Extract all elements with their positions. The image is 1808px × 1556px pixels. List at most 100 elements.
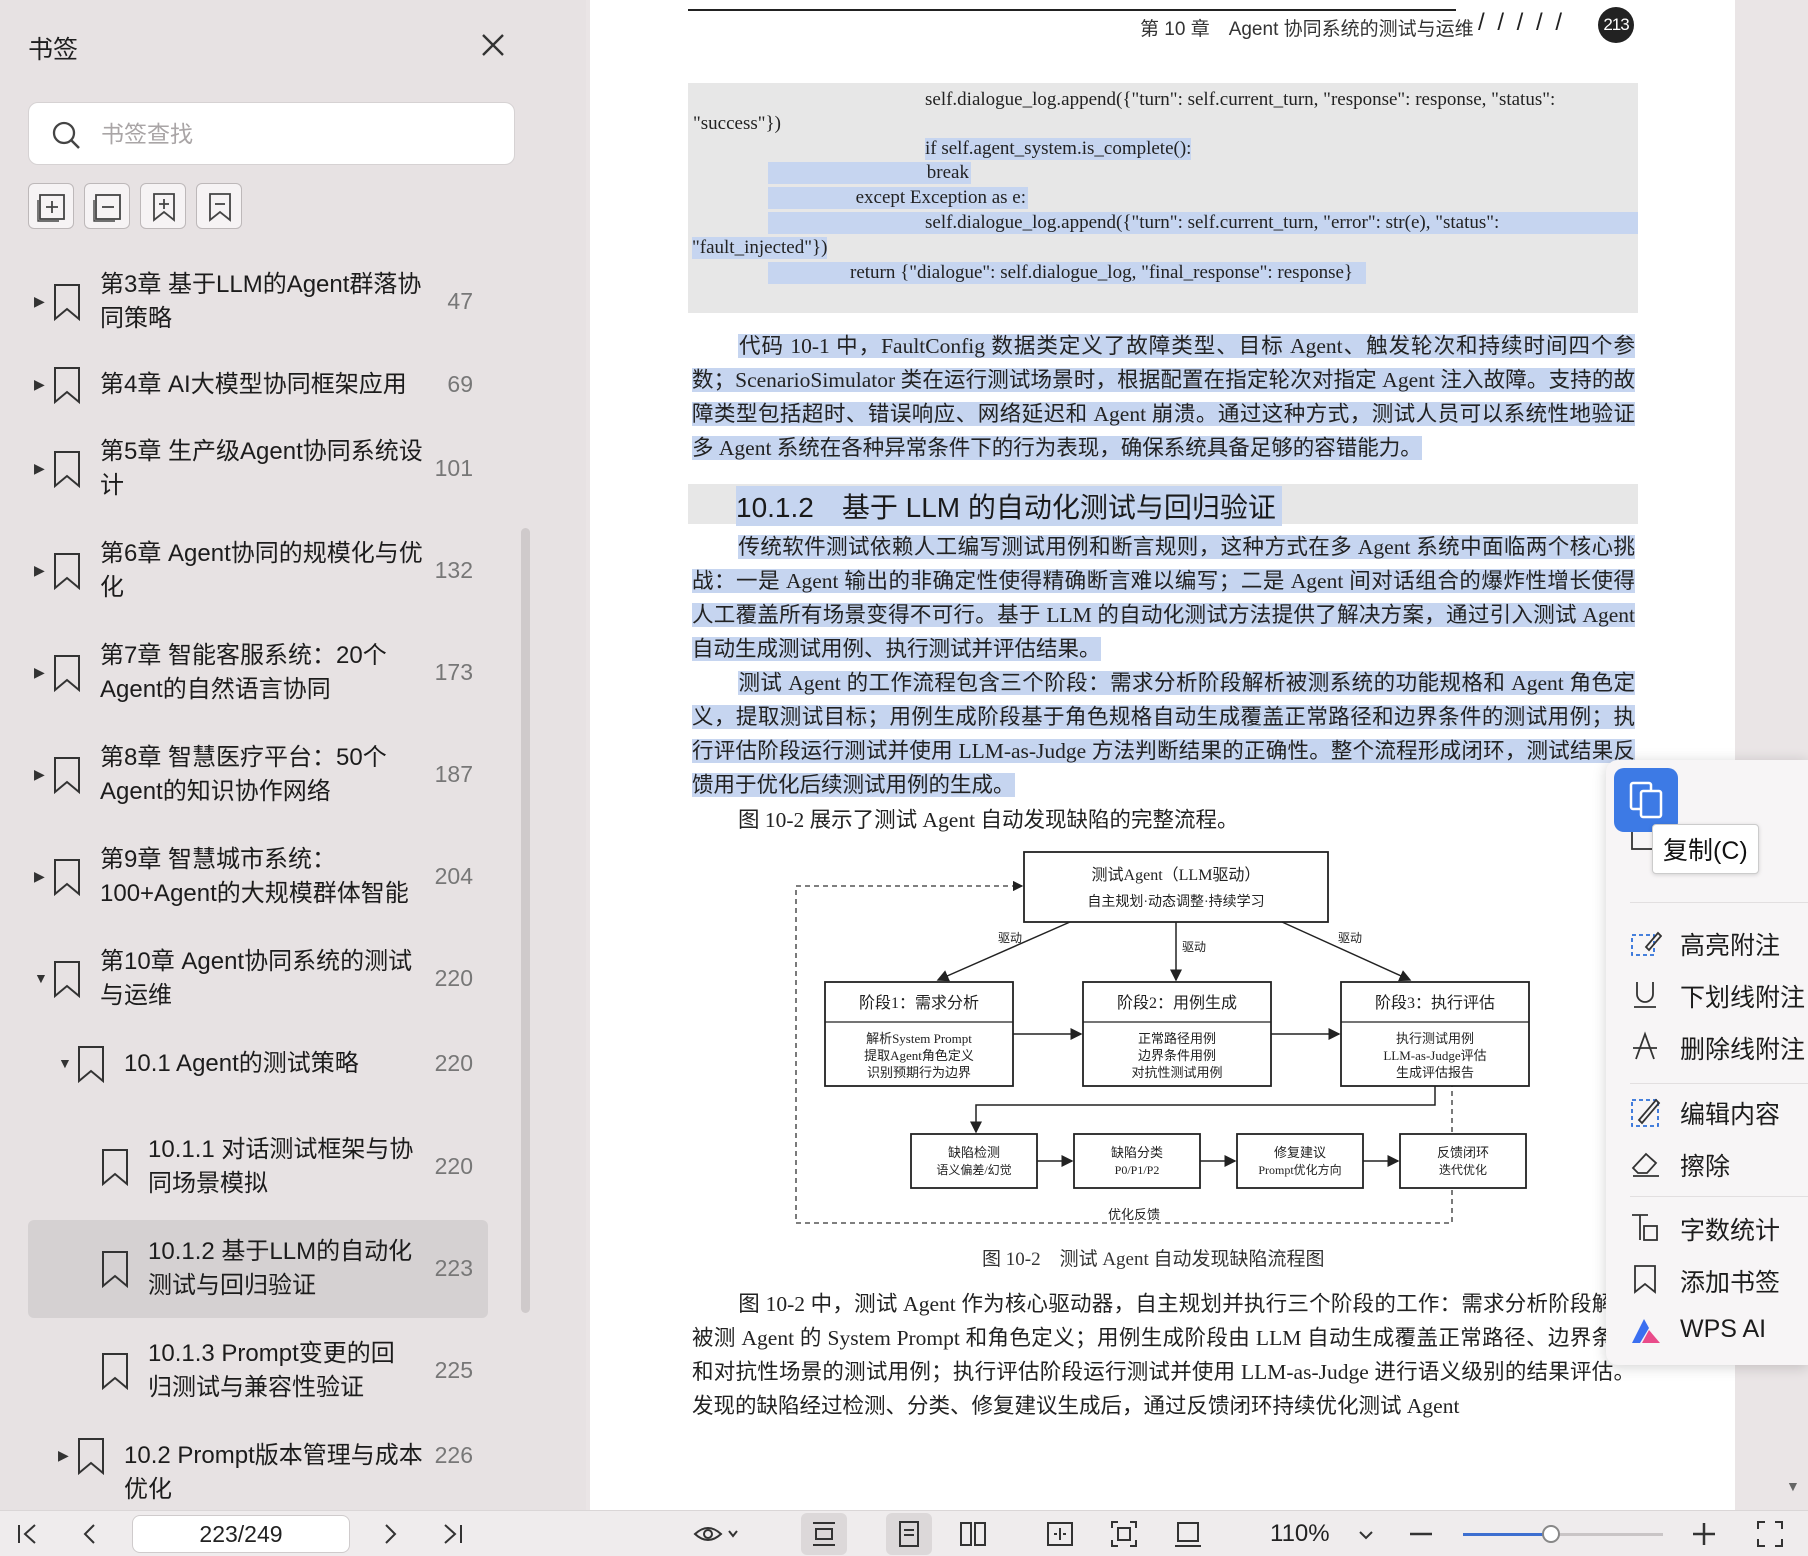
collapsed-arrow-icon[interactable]: ▶ xyxy=(34,460,45,477)
bookmark-page-number: 69 xyxy=(447,371,473,397)
fit-page-icon[interactable] xyxy=(1109,1519,1139,1549)
zoom-dropdown-icon[interactable] xyxy=(1355,1519,1377,1549)
collapsed-arrow-icon[interactable]: ▶ xyxy=(34,376,45,393)
two-page-icon[interactable] xyxy=(958,1519,988,1549)
zoom-slider-handle[interactable] xyxy=(1542,1525,1560,1543)
collapsed-arrow-icon[interactable]: ▶ xyxy=(34,664,45,681)
collapsed-arrow-icon[interactable]: ▶ xyxy=(34,766,45,783)
bookmark-page-number: 220 xyxy=(434,1050,473,1076)
fullscreen-icon[interactable] xyxy=(1755,1519,1785,1549)
collapsed-arrow-icon[interactable]: ▶ xyxy=(58,1447,69,1464)
bookmark-item[interactable]: 10.1.1 对话测试框架与协同场景模拟 220 xyxy=(0,1133,586,1231)
menu-item-strikethrough-note[interactable]: 删除线附注 xyxy=(1630,1026,1808,1066)
bookmark-icon xyxy=(78,1438,104,1475)
bookmark-page-number: 204 xyxy=(434,863,473,889)
collapsed-arrow-icon[interactable]: ▶ xyxy=(34,868,45,885)
copy-tooltip: 复制(C) xyxy=(1652,824,1759,874)
bottom-box-sub: 迭代优化 xyxy=(1439,1163,1487,1177)
first-page-icon[interactable] xyxy=(12,1519,42,1549)
bookmark-icon xyxy=(54,961,80,998)
bookmark-icon xyxy=(54,284,80,321)
bookmark-item[interactable]: ▶ 第3章 基于LLM的Agent群落协同策略 47 xyxy=(0,268,586,366)
bookmark-label: 第8章 智慧医疗平台：50个Agent的知识协作网络 xyxy=(100,744,387,805)
zoom-level[interactable]: 110% xyxy=(1270,1520,1330,1548)
zoom-out-icon[interactable] xyxy=(1406,1519,1436,1549)
single-page-icon[interactable] xyxy=(894,1519,924,1549)
bookmark-label: 10.1.1 对话测试框架与协同场景模拟 xyxy=(148,1136,414,1197)
node-subtitle: 自主规划·动态调整·持续学习 xyxy=(1087,893,1264,910)
stage-line: 边界条件用例 xyxy=(1138,1048,1216,1063)
rotate-page-icon[interactable] xyxy=(1173,1519,1203,1549)
previous-page-icon[interactable] xyxy=(75,1519,105,1549)
scroll-down-arrow-icon[interactable]: ▼ xyxy=(1786,1478,1800,1494)
bookmark-label: 10.1 Agent的测试策略 xyxy=(124,1050,359,1077)
bookmark-label: 10.2 Prompt版本管理与成本优化 xyxy=(124,1442,423,1503)
page-number-input[interactable]: 223/249 xyxy=(132,1515,350,1553)
collapse-all-icon xyxy=(93,194,121,222)
menu-item-edit-content[interactable]: 编辑内容 xyxy=(1630,1091,1808,1131)
bookmark-remove-icon xyxy=(209,193,231,222)
close-icon[interactable] xyxy=(476,28,510,62)
sidebar-scrollbar[interactable] xyxy=(521,528,530,1313)
expanded-arrow-icon[interactable]: ▼ xyxy=(34,970,48,986)
add-bookmark-button[interactable] xyxy=(140,183,186,229)
bookmark-item[interactable]: ▼ 第10章 Agent协同系统的测试与运维 220 xyxy=(0,945,586,1043)
last-page-icon[interactable] xyxy=(438,1519,468,1549)
bookmark-item[interactable]: 10.1.3 Prompt变更的回归测试与兼容性验证 225 xyxy=(0,1337,586,1435)
menu-item-add-bookmark[interactable]: 添加书签 xyxy=(1630,1259,1808,1299)
bottom-box-title: 缺陷检测 xyxy=(948,1145,1000,1160)
bookmark-item[interactable]: 10.1.2 基于LLM的自动化测试与回归验证 223 xyxy=(0,1220,586,1318)
header-rule xyxy=(688,9,1456,11)
bookmark-item[interactable]: ▶ 第7章 智能客服系统：20个Agent的自然语言协同 173 xyxy=(0,639,586,737)
menu-item-highlight-note[interactable]: 高亮附注 xyxy=(1630,922,1808,962)
bookmark-page-number: 220 xyxy=(434,1153,473,1179)
remove-bookmark-button[interactable] xyxy=(196,183,242,229)
stage-line: 识别预期行为边界 xyxy=(867,1065,971,1080)
bookmark-icon xyxy=(54,859,80,896)
bookmark-search-box[interactable] xyxy=(28,102,515,165)
paragraph: 测试 Agent 的工作流程包含三个阶段：需求分析阶段解析被测系统的功能规格和 … xyxy=(692,671,1635,797)
expand-all-button[interactable] xyxy=(28,183,74,229)
bookmark-item[interactable]: ▶ 第9章 智慧城市系统：100+Agent的大规模群体智能 204 xyxy=(0,843,586,941)
stage-line: 解析System Prompt xyxy=(866,1031,972,1046)
bottom-box-sub: 语义偏差/幻觉 xyxy=(936,1162,1011,1177)
bottom-box-title: 反馈闭环 xyxy=(1437,1145,1489,1160)
paragraph: 图 10-2 中，测试 Agent 作为核心驱动器，自主规划并执行三个阶段的工作… xyxy=(692,1292,1635,1418)
collapsed-arrow-icon[interactable]: ▶ xyxy=(34,562,45,579)
zoom-in-icon[interactable] xyxy=(1689,1519,1719,1549)
paragraph: 代码 10-1 中，FaultConfig 数据类定义了故障类型、目标 Agen… xyxy=(692,334,1635,460)
menu-item-erase[interactable]: 擦除 xyxy=(1630,1143,1808,1183)
fit-width-icon[interactable] xyxy=(1045,1519,1075,1549)
next-page-icon[interactable] xyxy=(375,1519,405,1549)
bookmark-page-number: 173 xyxy=(434,659,473,685)
bookmark-item[interactable]: ▼ 10.1 Agent的测试策略 220 xyxy=(0,1046,586,1145)
expanded-arrow-icon[interactable]: ▼ xyxy=(58,1055,72,1071)
menu-item-wps-ai[interactable]: WPS AI xyxy=(1630,1311,1808,1351)
stage-title: 阶段3：执行评估 xyxy=(1375,994,1495,1012)
bookmark-search-input[interactable] xyxy=(101,117,491,151)
single-page-continuous-icon[interactable] xyxy=(809,1519,839,1549)
bookmark-page-number: 47 xyxy=(447,288,473,314)
bottom-box-sub: P0/P1/P2 xyxy=(1115,1163,1160,1177)
collapse-all-button[interactable] xyxy=(84,183,130,229)
bookmark-label: 第7章 智能客服系统：20个Agent的自然语言协同 xyxy=(100,642,387,703)
figure-caption: 图 10-2 测试 Agent 自动发现缺陷流程图 xyxy=(982,1249,1325,1270)
copy-button[interactable] xyxy=(1614,768,1678,832)
bookmark-page-number: 223 xyxy=(434,1255,473,1281)
bookmark-item[interactable]: ▶ 第6章 Agent协同的规模化与优化 132 xyxy=(0,537,586,635)
edit-icon xyxy=(1631,1098,1661,1127)
zoom-slider-fill xyxy=(1463,1533,1551,1536)
zoom-slider[interactable] xyxy=(1463,1525,1663,1543)
bookmark-icon xyxy=(54,655,80,692)
collapsed-arrow-icon[interactable]: ▶ xyxy=(34,293,45,310)
bookmark-add-icon xyxy=(153,193,175,222)
code-line: except Exception as e: xyxy=(768,187,1028,209)
bookmark-item[interactable]: ▶ 第8章 智慧医疗平台：50个Agent的知识协作网络 187 xyxy=(0,741,586,839)
menu-item-underline-note[interactable]: 下划线附注 xyxy=(1630,974,1808,1014)
bookmark-item[interactable]: ▶ 第5章 生产级Agent协同系统设计 101 xyxy=(0,435,586,533)
eye-mode-icon[interactable] xyxy=(693,1519,741,1549)
strikethrough-icon xyxy=(1633,1031,1657,1060)
menu-item-word-count[interactable]: 字数统计 xyxy=(1630,1207,1808,1247)
bookmark-item[interactable]: ▶ 10.2 Prompt版本管理与成本优化 226 xyxy=(0,1438,586,1510)
bookmark-label: 第10章 Agent协同系统的测试与运维 xyxy=(100,948,413,1009)
